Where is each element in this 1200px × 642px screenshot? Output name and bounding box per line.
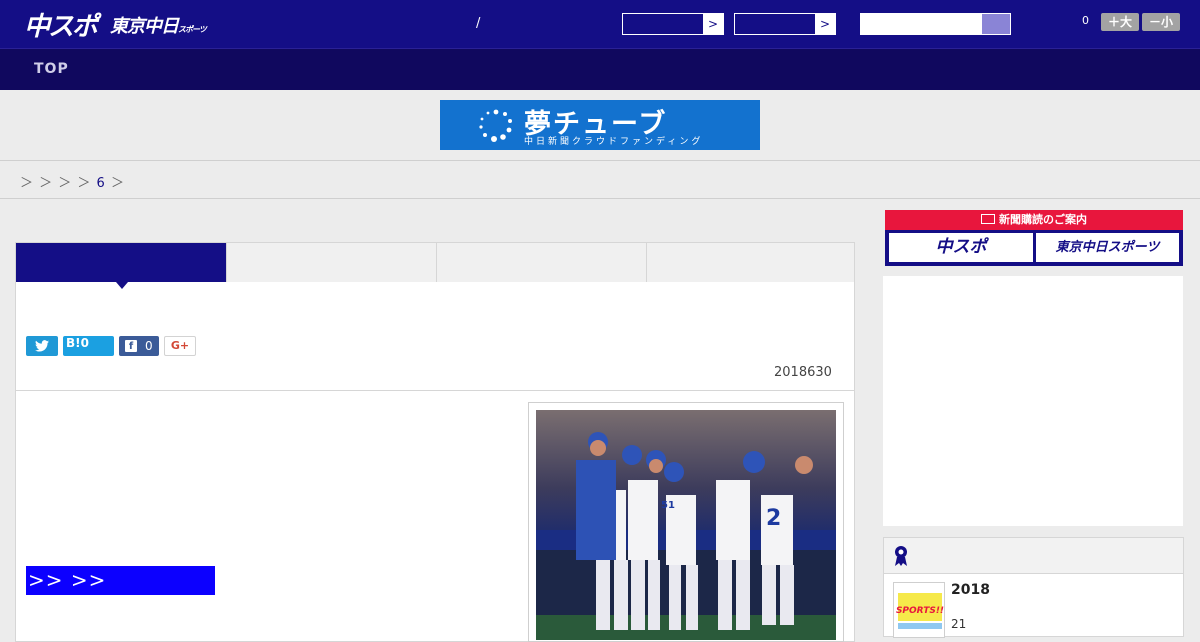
article-tabs bbox=[16, 243, 854, 289]
chevron-right-icon: > bbox=[703, 14, 723, 34]
search-button[interactable] bbox=[982, 14, 1010, 34]
breadcrumb: ＞ ＞ ＞ ＞ 6 ＞ bbox=[20, 172, 125, 191]
divider bbox=[0, 198, 1200, 199]
facebook-share-button[interactable]: f 0 bbox=[119, 336, 159, 356]
site-header: 中スポ 東京中日スポーツ / > > 0 ＋大 －小 bbox=[0, 0, 1200, 48]
svg-text:51: 51 bbox=[661, 500, 675, 511]
newspaper-icon bbox=[981, 214, 995, 224]
chevron-right-icon: > bbox=[815, 14, 835, 34]
dots-ring-icon bbox=[479, 109, 512, 142]
baseball-celebration-image: 2 51 bbox=[536, 410, 836, 640]
font-larger-button[interactable]: ＋大 bbox=[1101, 13, 1139, 31]
medal-icon bbox=[895, 546, 907, 566]
subscription-box[interactable]: 新聞購読のご案内 中スポ 東京中日スポーツ bbox=[885, 210, 1183, 266]
article-date: 2018630 bbox=[774, 365, 832, 380]
hatena-count: 0 bbox=[80, 336, 89, 350]
search-input[interactable] bbox=[860, 13, 1011, 35]
font-smaller-button[interactable]: －小 bbox=[1142, 13, 1180, 31]
tab-3[interactable] bbox=[436, 243, 646, 282]
ranking-item-subtitle: 21 bbox=[951, 617, 967, 631]
font-size-indicator: 0 bbox=[1082, 14, 1089, 27]
banner-subtitle: 中日新聞クラウドファンディング bbox=[524, 137, 704, 147]
subscription-header: 新聞購読のご案内 bbox=[885, 210, 1183, 230]
tab-2[interactable] bbox=[226, 243, 436, 282]
svg-text:2: 2 bbox=[766, 506, 781, 531]
subscription-title: 新聞購読のご案内 bbox=[999, 213, 1087, 226]
more-link[interactable]: >> >> bbox=[26, 566, 215, 595]
thumbnail-label: SPORTS!! bbox=[896, 606, 944, 616]
ad-slot[interactable] bbox=[883, 276, 1183, 526]
subscribe-chuspo-button[interactable]: 中スポ bbox=[889, 233, 1033, 262]
article-photo[interactable]: 2 51 bbox=[536, 410, 836, 640]
twitter-share-button[interactable] bbox=[26, 336, 58, 356]
google-plus-button[interactable]: G+ bbox=[164, 336, 196, 356]
hatena-label: B! bbox=[66, 336, 81, 350]
site-logo-tokyo-chunichi[interactable]: 東京中日スポーツ bbox=[110, 12, 207, 38]
category-select-2[interactable]: > bbox=[734, 13, 836, 35]
twitter-icon bbox=[35, 340, 49, 352]
global-nav: TOP bbox=[0, 48, 1200, 90]
site-logo-chuspo[interactable]: 中スポ bbox=[24, 6, 98, 43]
article-photo-frame: 2 51 bbox=[528, 402, 844, 642]
category-select-1[interactable]: > bbox=[622, 13, 724, 35]
divider bbox=[0, 160, 1200, 161]
nav-item-top[interactable]: TOP bbox=[34, 61, 69, 77]
facebook-icon: f bbox=[125, 340, 137, 352]
breadcrumb-current[interactable]: 6 bbox=[97, 176, 106, 191]
breadcrumb-separators: ＞ ＞ ＞ ＞ bbox=[20, 176, 92, 191]
tab-4[interactable] bbox=[646, 243, 854, 282]
tab-1[interactable] bbox=[16, 243, 226, 289]
logo-small-text: スポーツ bbox=[178, 25, 207, 34]
header-separator: / bbox=[476, 16, 481, 31]
breadcrumb-separator: ＞ bbox=[110, 176, 125, 191]
subscribe-tokyo-chunichi-button[interactable]: 東京中日スポーツ bbox=[1036, 233, 1179, 262]
ranking-box: SPORTS!! 2018 21 bbox=[883, 537, 1184, 638]
yume-tube-banner[interactable]: 夢チューブ 中日新聞クラウドファンディング bbox=[440, 100, 760, 150]
facebook-count: 0 bbox=[145, 339, 153, 353]
hatena-bookmark-button[interactable]: B!0 bbox=[63, 336, 114, 356]
article-panel: B!0 f 0 G+ 2018630 2 51 >> >> bbox=[15, 242, 855, 642]
logo-text: 東京中日 bbox=[110, 16, 179, 37]
divider bbox=[16, 390, 854, 391]
ranking-header bbox=[884, 538, 1183, 574]
ranking-item-title[interactable]: 2018 bbox=[951, 582, 990, 598]
